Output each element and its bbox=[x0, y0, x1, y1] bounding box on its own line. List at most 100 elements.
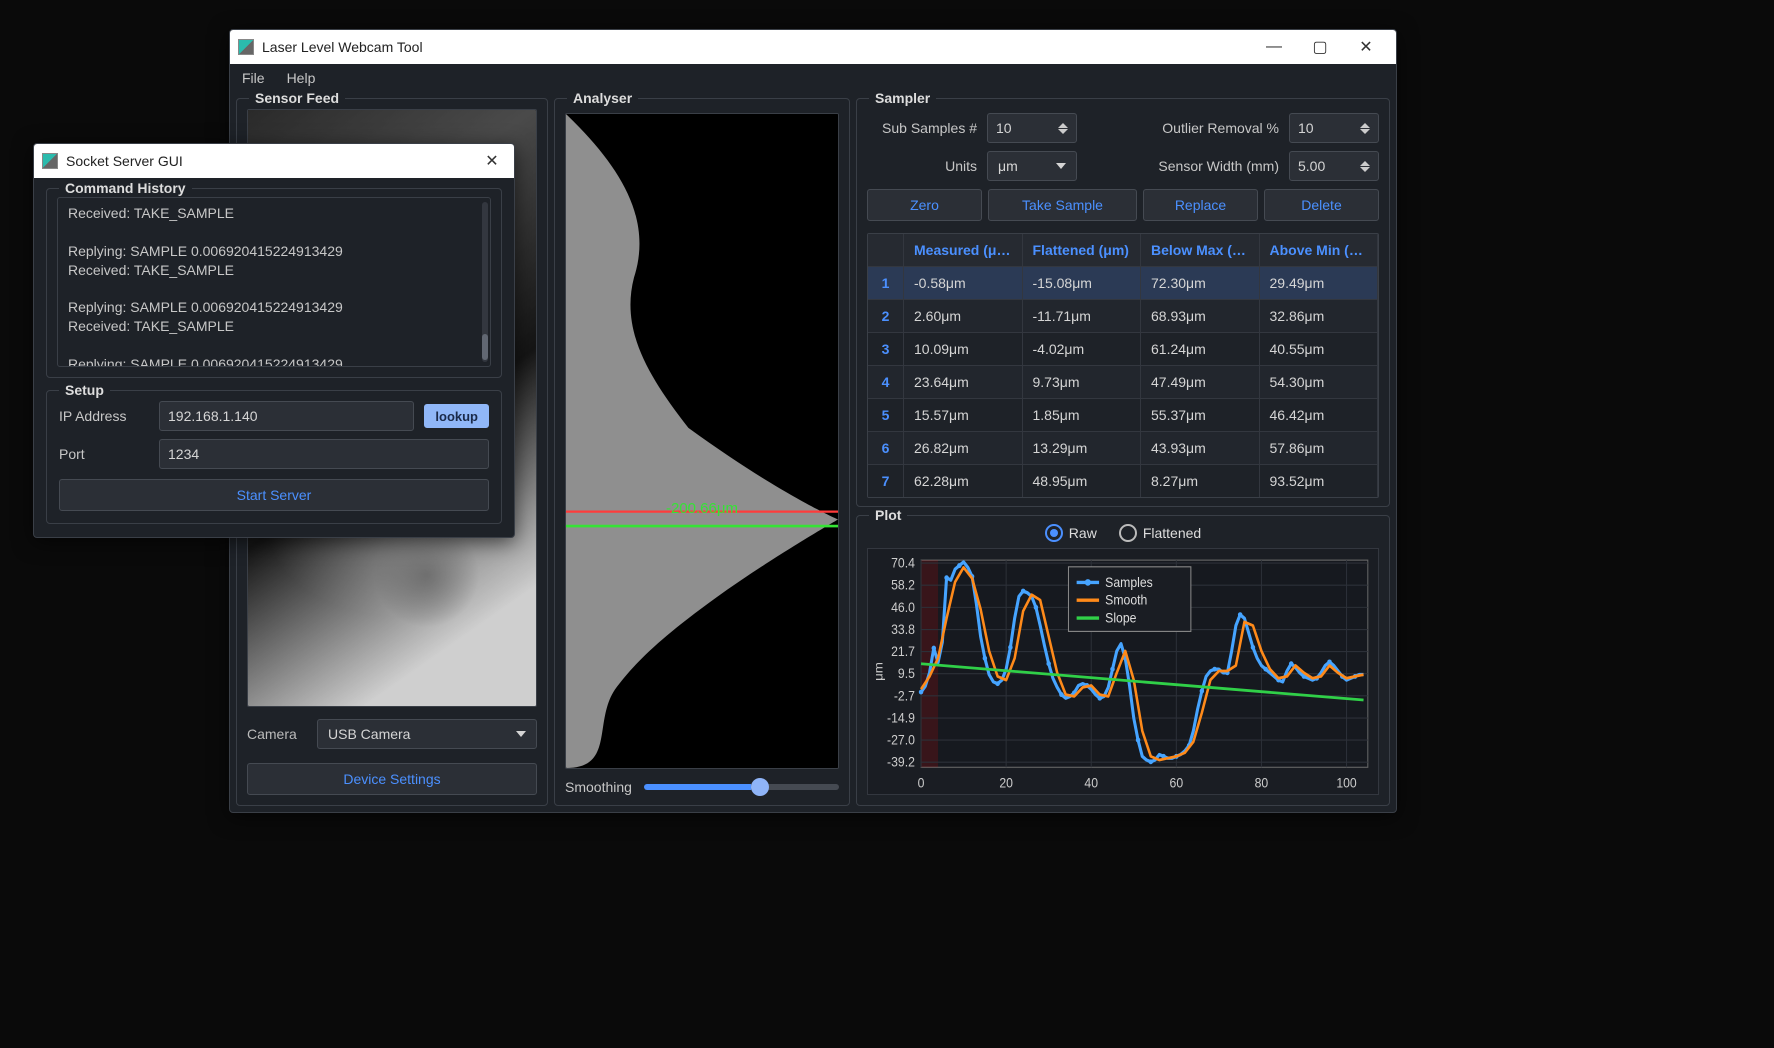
analyser-value-label: -200.66μm bbox=[666, 500, 738, 517]
plot-canvas: 020406080100-39.2-27.0-14.9-2.79.521.733… bbox=[867, 548, 1379, 795]
sub-samples-input[interactable]: 10 bbox=[987, 113, 1077, 143]
table-header-cell[interactable]: Below Max (μm) bbox=[1141, 234, 1260, 267]
slider-thumb[interactable] bbox=[751, 778, 769, 796]
sampler-panel: Sampler Sub Samples # 10 Outlier Removal… bbox=[856, 98, 1390, 507]
sensor-panel-title: Sensor Feed bbox=[249, 90, 345, 106]
socket-content: Command History Received: TAKE_SAMPLE Re… bbox=[34, 178, 514, 538]
delete-button[interactable]: Delete bbox=[1264, 189, 1379, 221]
table-row[interactable]: 762.28μm48.95μm8.27μm93.52μm bbox=[868, 465, 1378, 497]
command-history-textarea[interactable]: Received: TAKE_SAMPLE Replying: SAMPLE 0… bbox=[57, 197, 491, 367]
table-row[interactable]: 1-0.58μm-15.08μm72.30μm29.49μm bbox=[868, 267, 1378, 300]
table-cell: 46.42μm bbox=[1260, 399, 1379, 432]
svg-text:-27.0: -27.0 bbox=[887, 732, 915, 748]
replace-button[interactable]: Replace bbox=[1143, 189, 1258, 221]
plot-title: Plot bbox=[869, 507, 907, 523]
svg-text:40: 40 bbox=[1084, 775, 1098, 791]
history-line: Replying: SAMPLE 0.006920415224913429 bbox=[68, 242, 480, 261]
camera-select-value: USB Camera bbox=[328, 726, 410, 742]
table-cell: 13.29μm bbox=[1023, 432, 1142, 465]
svg-text:Samples: Samples bbox=[1105, 574, 1153, 590]
svg-text:20: 20 bbox=[999, 775, 1013, 791]
window-title: Laser Level Webcam Tool bbox=[262, 39, 1244, 55]
table-cell: 2.60μm bbox=[904, 300, 1023, 333]
spinner-up-icon[interactable] bbox=[1360, 123, 1370, 128]
table-row[interactable]: 423.64μm9.73μm47.49μm54.30μm bbox=[868, 366, 1378, 399]
outlier-label: Outlier Removal % bbox=[1162, 120, 1279, 136]
spinner-down-icon[interactable] bbox=[1360, 129, 1370, 134]
port-input[interactable]: 1234 bbox=[159, 439, 489, 469]
svg-text:0: 0 bbox=[918, 775, 925, 791]
table-header-cell[interactable]: Flattened (μm) bbox=[1023, 234, 1142, 267]
spinner-up-icon[interactable] bbox=[1058, 123, 1068, 128]
history-title: Command History bbox=[59, 180, 192, 196]
table-row[interactable]: 310.09μm-4.02μm61.24μm40.55μm bbox=[868, 333, 1378, 366]
table-cell: 72.30μm bbox=[1141, 267, 1260, 300]
spinner-down-icon[interactable] bbox=[1360, 167, 1370, 172]
minimize-button[interactable]: ― bbox=[1252, 33, 1296, 61]
radio-raw[interactable]: Raw bbox=[1045, 524, 1097, 542]
samples-table[interactable]: Measured (μm)Flattened (μm)Below Max (μm… bbox=[867, 233, 1379, 498]
table-cell: 4 bbox=[868, 366, 904, 399]
units-select[interactable]: μm bbox=[987, 151, 1077, 181]
menu-file[interactable]: File bbox=[238, 68, 269, 88]
table-row[interactable]: 626.82μm13.29μm43.93μm57.86μm bbox=[868, 432, 1378, 465]
table-header-cell[interactable]: Above Min (μm) bbox=[1260, 234, 1379, 267]
close-button[interactable]: ✕ bbox=[1344, 33, 1388, 61]
outlier-input[interactable]: 10 bbox=[1289, 113, 1379, 143]
table-header-cell[interactable] bbox=[868, 234, 904, 267]
table-cell: 57.86μm bbox=[1260, 432, 1379, 465]
table-cell: 15.57μm bbox=[904, 399, 1023, 432]
chevron-down-icon bbox=[1056, 163, 1066, 169]
table-body[interactable]: 1-0.58μm-15.08μm72.30μm29.49μm22.60μm-11… bbox=[868, 267, 1378, 497]
radio-flattened[interactable]: Flattened bbox=[1119, 524, 1201, 542]
table-row[interactable]: 515.57μm1.85μm55.37μm46.42μm bbox=[868, 399, 1378, 432]
svg-text:100: 100 bbox=[1336, 775, 1356, 791]
history-panel: Command History Received: TAKE_SAMPLE Re… bbox=[46, 188, 502, 378]
history-line: Received: TAKE_SAMPLE bbox=[68, 261, 480, 280]
table-cell: 68.93μm bbox=[1141, 300, 1260, 333]
history-line: Received: TAKE_SAMPLE bbox=[68, 204, 480, 223]
table-cell: 1 bbox=[868, 267, 904, 300]
spinner-down-icon[interactable] bbox=[1058, 129, 1068, 134]
scrollbar-thumb[interactable] bbox=[482, 334, 488, 360]
svg-text:60: 60 bbox=[1170, 775, 1184, 791]
maximize-button[interactable]: ▢ bbox=[1298, 33, 1342, 61]
svg-text:Slope: Slope bbox=[1105, 610, 1136, 626]
right-column: Sampler Sub Samples # 10 Outlier Removal… bbox=[856, 98, 1390, 806]
zero-button[interactable]: Zero bbox=[867, 189, 982, 221]
svg-text:Smooth: Smooth bbox=[1105, 592, 1147, 608]
table-cell: -0.58μm bbox=[904, 267, 1023, 300]
table-cell: 5 bbox=[868, 399, 904, 432]
smoothing-slider[interactable] bbox=[644, 784, 839, 790]
table-cell: 93.52μm bbox=[1260, 465, 1379, 497]
analyser-panel: Analyser -200.66μm Smoothing bbox=[554, 98, 850, 806]
titlebar-main[interactable]: Laser Level Webcam Tool ― ▢ ✕ bbox=[230, 30, 1396, 64]
close-button[interactable]: ✕ bbox=[478, 147, 506, 175]
start-server-button[interactable]: Start Server bbox=[59, 479, 489, 511]
plot-panel: Plot Raw Flattened 020406080100-39.2-27.… bbox=[856, 515, 1390, 806]
lookup-button[interactable]: lookup bbox=[424, 404, 489, 428]
history-line: Replying: SAMPLE 0.006920415224913429 bbox=[68, 355, 480, 367]
table-header-cell[interactable]: Measured (μm) bbox=[904, 234, 1023, 267]
table-cell: 6 bbox=[868, 432, 904, 465]
sensor-width-input[interactable]: 5.00 bbox=[1289, 151, 1379, 181]
analyser-panel-title: Analyser bbox=[567, 90, 638, 106]
table-cell: 40.55μm bbox=[1260, 333, 1379, 366]
table-row[interactable]: 22.60μm-11.71μm68.93μm32.86μm bbox=[868, 300, 1378, 333]
camera-select[interactable]: USB Camera bbox=[317, 719, 537, 749]
spinner-up-icon[interactable] bbox=[1360, 161, 1370, 166]
scrollbar[interactable] bbox=[482, 202, 488, 362]
device-settings-button[interactable]: Device Settings bbox=[247, 763, 537, 795]
sensor-width-label: Sensor Width (mm) bbox=[1158, 158, 1279, 174]
history-line: Replying: SAMPLE 0.006920415224913429 bbox=[68, 298, 480, 317]
ip-input[interactable]: 192.168.1.140 bbox=[159, 401, 414, 431]
titlebar-socket[interactable]: Socket Server GUI ✕ bbox=[34, 144, 514, 178]
table-cell: 8.27μm bbox=[1141, 465, 1260, 497]
history-line bbox=[68, 223, 480, 242]
app-icon bbox=[42, 153, 58, 169]
table-cell: 48.95μm bbox=[1023, 465, 1142, 497]
svg-text:58.2: 58.2 bbox=[891, 577, 915, 593]
table-cell: 55.37μm bbox=[1141, 399, 1260, 432]
take-sample-button[interactable]: Take Sample bbox=[988, 189, 1137, 221]
menu-help[interactable]: Help bbox=[283, 68, 320, 88]
